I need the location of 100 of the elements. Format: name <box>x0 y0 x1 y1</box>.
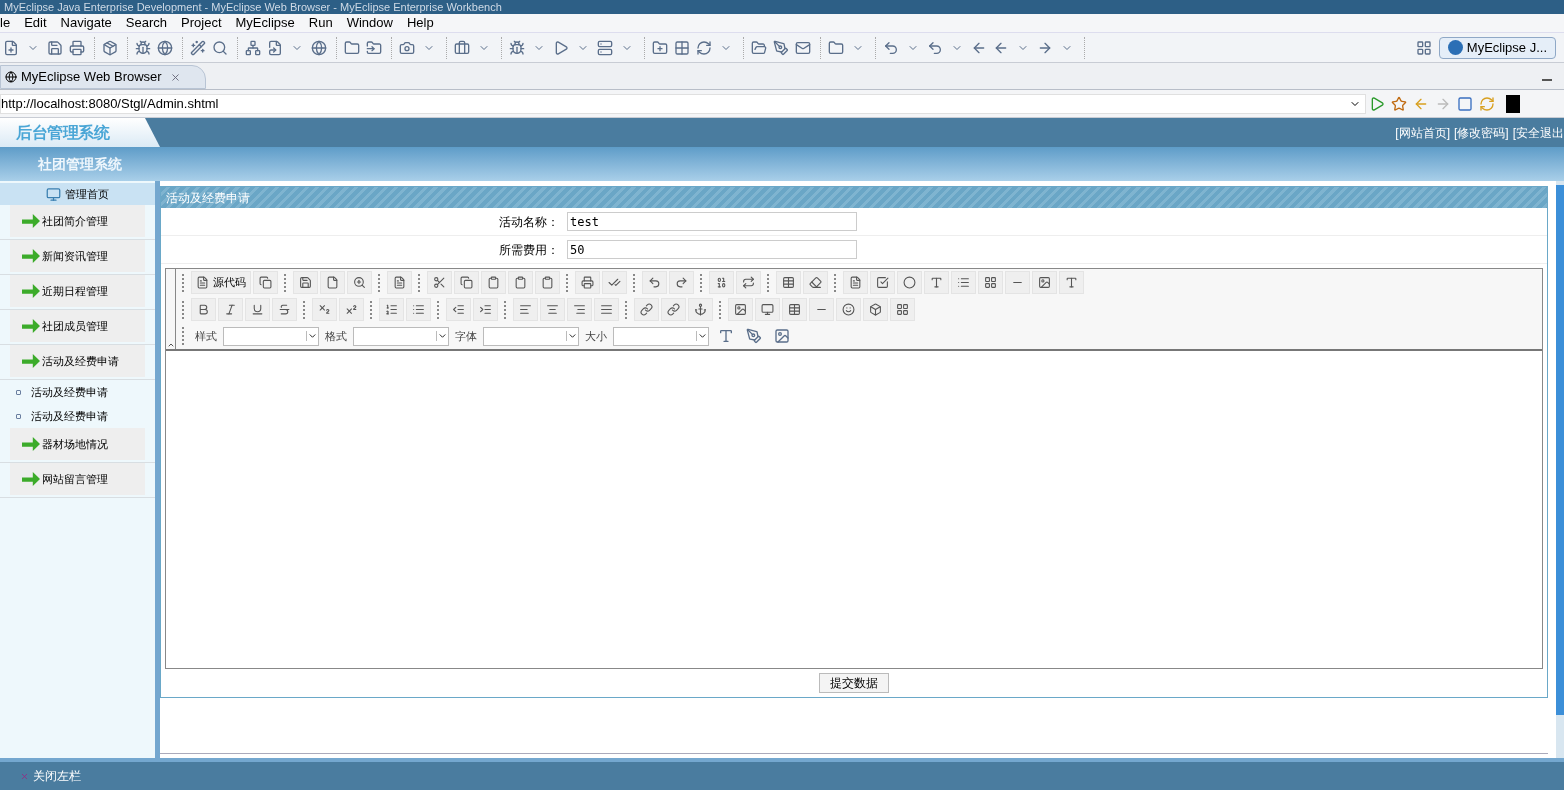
header-link[interactable]: [安全退出 <box>1512 123 1564 142</box>
sidebar-menu-item[interactable]: 器材场地情况 <box>10 428 145 460</box>
select-all-icon[interactable] <box>776 271 801 294</box>
undo-icon[interactable] <box>642 271 667 294</box>
menu-item[interactable]: Edit <box>24 13 47 33</box>
document-icon <box>196 276 209 289</box>
paste-text-icon[interactable] <box>508 271 533 294</box>
image-icon[interactable] <box>728 298 753 321</box>
sidebar-menu-item[interactable]: 网站留言管理 <box>10 463 145 495</box>
page-break-icon[interactable] <box>890 298 915 321</box>
table-icon[interactable] <box>782 298 807 321</box>
spellcheck-icon[interactable] <box>602 271 627 294</box>
sidebar-subitem[interactable]: 活动及经费申请 <box>0 380 155 404</box>
template-icon[interactable] <box>387 271 412 294</box>
menu-item[interactable]: Navigate <box>60 13 112 33</box>
select-icon[interactable] <box>978 271 1003 294</box>
paste-word-icon[interactable] <box>535 271 560 294</box>
replace-icon[interactable] <box>736 271 761 294</box>
dropdown-label: 大小 <box>585 328 607 344</box>
window-title: MyEclipse Java Enterprise Development - MyEclipse Web Browser - MyEclipse Enterprise Workbench <box>3 0 502 14</box>
align-center-icon[interactable] <box>540 298 565 321</box>
address-field[interactable]: http://localhost:8080/Stgl/Admin.shtml <box>0 93 1366 114</box>
sidebar-menu-item[interactable]: 活动及经费申请 <box>10 345 145 377</box>
image-button-icon[interactable] <box>1032 271 1057 294</box>
anchor-icon[interactable] <box>688 298 713 321</box>
close-icon <box>169 71 181 83</box>
sidebar-menu-item[interactable]: 社团简介管理 <box>10 205 145 237</box>
outdent-icon[interactable] <box>446 298 471 321</box>
new-page-icon[interactable] <box>320 271 345 294</box>
text-input[interactable]: test <box>567 212 857 231</box>
dropdown-label: 格式 <box>325 328 347 344</box>
radio-icon[interactable] <box>897 271 922 294</box>
sidebar-subitem[interactable]: 活动及经费申请 <box>0 404 155 428</box>
perspective-button[interactable]: MyEclipse J... <box>1438 36 1556 59</box>
panel-title: 活动及经费申请 <box>166 189 250 207</box>
justify-icon[interactable] <box>594 298 619 321</box>
checkbox-icon[interactable] <box>870 271 895 294</box>
scrollbar-thumb[interactable] <box>1556 185 1564 715</box>
paste-icon[interactable] <box>253 271 278 294</box>
special-char-icon[interactable] <box>863 298 888 321</box>
textarea-icon[interactable] <box>951 271 976 294</box>
dropdown-label: 字体 <box>455 328 477 344</box>
menu-item[interactable]: Project <box>181 13 222 33</box>
submit-button[interactable]: 提交数据 <box>819 673 889 693</box>
find-icon[interactable] <box>709 271 734 294</box>
redo-icon[interactable] <box>669 271 694 294</box>
eraser-icon[interactable] <box>803 271 828 294</box>
logo-text: 后台管理系统 <box>16 122 110 143</box>
sidebar-menu-item[interactable]: 社团成员管理 <box>10 310 145 342</box>
indent-icon[interactable] <box>473 298 498 321</box>
system-title: 社团管理系统 <box>38 154 122 174</box>
computer-icon <box>46 186 61 202</box>
close-sidebar-link[interactable]: 关闭左栏 <box>33 767 81 785</box>
bullet-icon <box>16 389 21 395</box>
underline-icon[interactable] <box>245 298 270 321</box>
dropdown-label: 样式 <box>195 328 217 344</box>
text-field-icon[interactable] <box>924 271 949 294</box>
menu-item[interactable]: Window <box>346 13 393 33</box>
dropdown-caret-icon <box>696 331 708 341</box>
dropdown-caret-icon <box>306 331 318 341</box>
menu-item[interactable]: Run <box>308 13 333 33</box>
bullet-icon <box>16 413 21 419</box>
save-icon[interactable] <box>293 271 318 294</box>
menu-item[interactable]: Search <box>125 13 168 33</box>
preview-icon[interactable] <box>347 271 372 294</box>
color-swatch-icon <box>1506 94 1520 113</box>
subscript-icon[interactable] <box>312 298 337 321</box>
menu-item[interactable]: Help <box>406 13 434 33</box>
numbered-list-icon[interactable] <box>379 298 404 321</box>
menu-item[interactable]: MyEclipse <box>235 13 295 33</box>
dropdown-caret-icon <box>566 331 578 341</box>
unlink-icon[interactable] <box>661 298 686 321</box>
paste-icon[interactable] <box>481 271 506 294</box>
strike-icon[interactable] <box>272 298 297 321</box>
header-link[interactable]: [网站首页] <box>1395 123 1450 142</box>
copy-icon[interactable] <box>454 271 479 294</box>
print-icon[interactable] <box>575 271 600 294</box>
collapse-icon[interactable] <box>166 341 175 349</box>
field-label: 所需费用： <box>498 241 560 259</box>
bullet-list-icon[interactable] <box>406 298 431 321</box>
align-left-icon[interactable] <box>513 298 538 321</box>
sidebar-menu-item[interactable]: 近期日程管理 <box>10 275 145 307</box>
hidden-field-icon[interactable] <box>1059 271 1084 294</box>
m-logo-icon <box>1447 40 1463 55</box>
source-code-button[interactable]: 源代码 <box>191 271 251 294</box>
flash-icon[interactable] <box>755 298 780 321</box>
link-icon[interactable] <box>634 298 659 321</box>
form-icon[interactable] <box>843 271 868 294</box>
editor-tab[interactable]: MyEclipse Web Browser <box>0 65 206 89</box>
text-input[interactable]: 50 <box>567 240 857 259</box>
cut-icon[interactable] <box>427 271 452 294</box>
align-right-icon[interactable] <box>567 298 592 321</box>
header-link[interactable]: [修改密码] <box>1454 123 1509 142</box>
field-label: 活动名称： <box>498 213 560 231</box>
bold-icon[interactable] <box>191 298 216 321</box>
menu-item[interactable]: le <box>0 13 11 33</box>
sidebar-menu-item[interactable]: 新闻资讯管理 <box>10 240 145 272</box>
smiley-icon[interactable] <box>836 298 861 321</box>
italic-icon[interactable] <box>218 298 243 321</box>
superscript-icon[interactable] <box>339 298 364 321</box>
